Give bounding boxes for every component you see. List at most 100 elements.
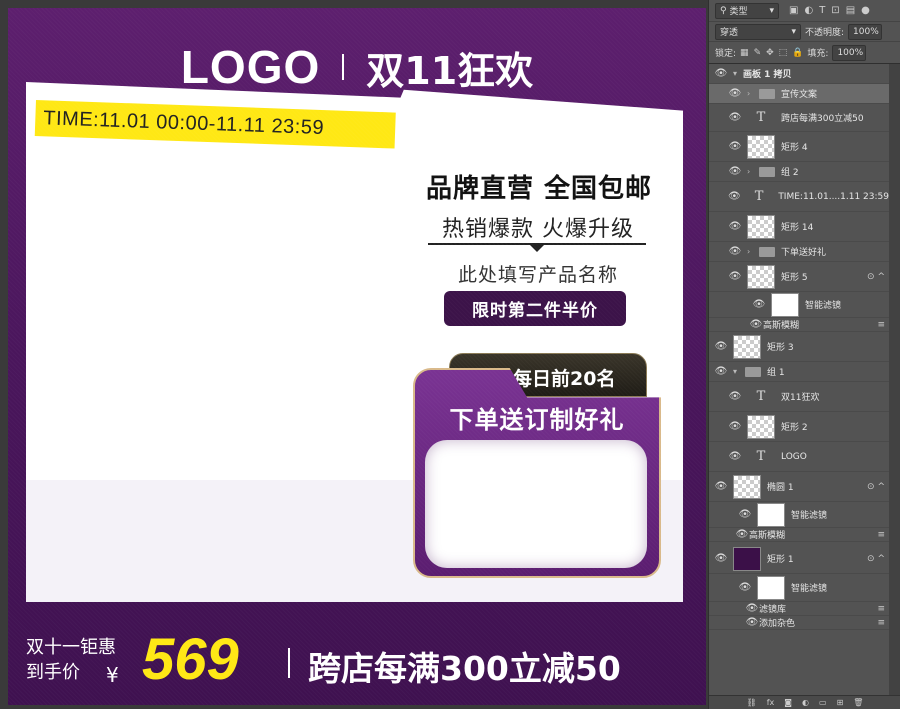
chevron-down-icon[interactable]: ▾ — [733, 367, 743, 376]
gift-tab-text: 每日前20名 — [513, 368, 616, 390]
smart-object-icon[interactable]: ⊙ ^ — [867, 554, 885, 564]
filter-icons: ▣ ◐ T ⊡ ▤ ● — [789, 5, 870, 16]
layer-row[interactable]: 👁 ▾ 组 1 — [709, 362, 889, 382]
eye-icon[interactable]: 👁 — [709, 68, 733, 79]
eye-icon[interactable]: 👁 — [749, 319, 763, 330]
layer-row[interactable]: 👁 智能滤镜 — [709, 502, 889, 528]
image-filter-icon[interactable]: ▣ — [789, 5, 798, 16]
fx-icon[interactable]: fx — [767, 698, 775, 707]
layer-thumbnail — [733, 474, 761, 499]
trash-icon[interactable]: 🗑 — [853, 698, 863, 707]
smart-object-icon[interactable]: ⊙ ^ — [867, 272, 885, 282]
eye-icon[interactable]: 👁 — [723, 88, 747, 99]
shape-filter-icon[interactable]: ⊡ — [831, 5, 839, 16]
adjustment-icon[interactable]: ◐ — [802, 698, 809, 707]
filter-options-icon[interactable]: ≡ — [877, 320, 885, 330]
filter-options-icon[interactable]: ≡ — [877, 618, 885, 628]
eye-icon[interactable]: 👁 — [723, 451, 747, 462]
layer-row[interactable]: 👁 › 下单送好礼 — [709, 242, 889, 262]
smart-object-icon[interactable]: ⊙ ^ — [867, 482, 885, 492]
mask-icon[interactable]: ◙ — [784, 698, 792, 707]
type-filter-icon[interactable]: T — [819, 5, 825, 16]
layer-row[interactable]: 👁 ▾ 画板 1 拷贝 — [709, 64, 889, 84]
eye-icon[interactable]: 👁 — [709, 366, 733, 377]
lock-position-icon[interactable]: ✥ — [766, 48, 774, 58]
eye-icon[interactable]: 👁 — [723, 421, 747, 432]
filter-toggle-icon[interactable]: ● — [861, 5, 870, 16]
link-icon[interactable]: ⛓ — [747, 698, 757, 707]
layer-row[interactable]: 👁 矩形 2 — [709, 412, 889, 442]
opacity-input[interactable]: 100% — [848, 23, 883, 40]
blend-mode-select[interactable]: 穿透 ▾ — [715, 23, 801, 40]
layer-row[interactable]: 👁 T TIME:11.01....1.11 23:59 — [709, 182, 889, 212]
layer-row[interactable]: 👁 矩形 5 ⊙ ^ — [709, 262, 889, 292]
layer-name: 智能滤镜 — [791, 511, 828, 521]
lock-all-icon[interactable]: 🔒 — [792, 48, 803, 58]
document-canvas[interactable]: LOGO 双11狂欢 TIME:11.01 00:00-11.11 23:59 … — [0, 0, 708, 709]
artboard-lock-icon[interactable]: ⬚ — [779, 48, 788, 58]
eye-icon[interactable]: 👁 — [709, 553, 733, 564]
layer-row[interactable]: 👁 T 双11狂欢 — [709, 382, 889, 412]
adjust-filter-icon[interactable]: ◐ — [804, 5, 813, 16]
layer-row[interactable]: 👁 › 组 2 — [709, 162, 889, 182]
chevron-right-icon[interactable]: › — [747, 89, 757, 98]
layer-name: 宣传文案 — [781, 90, 818, 100]
sub-headline: 热销爆款 火爆升级 — [442, 217, 634, 242]
filter-options-icon[interactable]: ≡ — [877, 530, 885, 540]
layer-name: 下单送好礼 — [781, 248, 827, 258]
blend-mode-value: 穿透 — [720, 28, 739, 38]
layer-row[interactable]: 👁 矩形 1 ⊙ ^ — [709, 544, 889, 574]
layer-row[interactable]: 👁 智能滤镜 — [709, 292, 889, 318]
layer-row[interactable]: 👁 高斯模糊 ≡ — [709, 318, 889, 332]
layer-row[interactable]: 👁 高斯模糊 ≡ — [709, 528, 889, 542]
layer-row[interactable]: 👁 矩形 4 — [709, 132, 889, 162]
eye-icon[interactable]: 👁 — [745, 617, 759, 628]
eye-icon[interactable]: 👁 — [733, 582, 757, 593]
layer-row[interactable]: 👁 椭圆 1 ⊙ ^ — [709, 472, 889, 502]
layer-thumbnail — [747, 214, 775, 239]
opacity-label: 不透明度: — [805, 28, 845, 38]
layer-row[interactable]: 👁 › 宣传文案 — [709, 84, 889, 104]
new-layer-icon[interactable]: ⊞ — [837, 698, 844, 707]
artboard[interactable]: LOGO 双11狂欢 TIME:11.01 00:00-11.11 23:59 … — [8, 8, 706, 705]
eye-icon[interactable]: 👁 — [745, 603, 759, 614]
eye-icon[interactable]: 👁 — [723, 191, 746, 202]
fill-input[interactable]: 100% — [832, 44, 867, 61]
smart-filter-icon[interactable]: ▤ — [846, 5, 855, 16]
eye-icon[interactable]: 👁 — [723, 271, 747, 282]
layer-row[interactable]: 👁 矩形 3 — [709, 332, 889, 362]
layers-scrollbar[interactable] — [889, 64, 900, 695]
eye-icon[interactable]: 👁 — [709, 481, 733, 492]
layer-row[interactable]: 👁 矩形 14 — [709, 212, 889, 242]
promo-pill: 限时第二件半价 — [444, 291, 626, 326]
layer-row[interactable]: 👁 添加杂色 ≡ — [709, 616, 889, 630]
layer-thumbnail — [733, 546, 761, 571]
eye-icon[interactable]: 👁 — [747, 299, 771, 310]
chevron-right-icon[interactable]: › — [747, 247, 757, 256]
logo-text: LOGO — [180, 41, 321, 93]
filter-mask-thumbnail — [771, 292, 799, 317]
blend-row: 穿透 ▾ 不透明度: 100% — [709, 22, 900, 42]
eye-icon[interactable]: 👁 — [723, 221, 747, 232]
eye-icon[interactable]: 👁 — [723, 391, 747, 402]
lock-image-icon[interactable]: ✎ — [754, 48, 762, 58]
eye-icon[interactable]: 👁 — [723, 246, 747, 257]
layer-row[interactable]: 👁 T LOGO — [709, 442, 889, 472]
eye-icon[interactable]: 👁 — [723, 166, 747, 177]
layer-row[interactable]: 👁 滤镜库 ≡ — [709, 602, 889, 616]
lock-transparency-icon[interactable]: ▦ — [740, 48, 749, 58]
layer-name: 椭圆 1 — [767, 483, 794, 493]
eye-icon[interactable]: 👁 — [723, 112, 747, 123]
chevron-down-icon[interactable]: ▾ — [733, 69, 743, 78]
eye-icon[interactable]: 👁 — [709, 341, 733, 352]
event-title: 双11狂欢 — [366, 48, 534, 93]
new-group-icon[interactable]: ▭ — [819, 698, 827, 707]
layer-row[interactable]: 👁 T 跨店每满300立减50 — [709, 104, 889, 132]
chevron-right-icon[interactable]: › — [747, 167, 757, 176]
eye-icon[interactable]: 👁 — [733, 509, 757, 520]
filter-kind-select[interactable]: ⚲ 类型 ▾ — [715, 2, 779, 19]
eye-icon[interactable]: 👁 — [723, 141, 747, 152]
filter-options-icon[interactable]: ≡ — [877, 604, 885, 614]
layer-row[interactable]: 👁 智能滤镜 — [709, 574, 889, 602]
eye-icon[interactable]: 👁 — [735, 529, 749, 540]
